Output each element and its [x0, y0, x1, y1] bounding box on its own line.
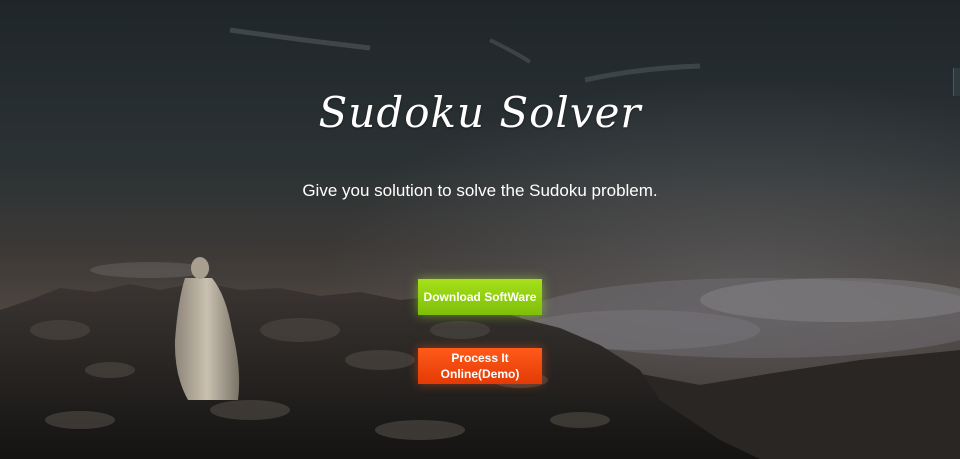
page-subtitle: Give you solution to solve the Sudoku pr… [302, 181, 658, 200]
download-button-label: Download SoftWare [423, 290, 537, 304]
process-button-label-line2: Online(Demo) [440, 367, 520, 381]
landing-page: Sudoku Solver Give you solution to solve… [0, 0, 960, 459]
process-button-label-line1: Process It [451, 351, 509, 365]
background-image [0, 0, 960, 459]
download-software-button[interactable]: Download SoftWare [418, 279, 542, 315]
page-title: Sudoku Solver [318, 88, 642, 137]
process-online-demo-button[interactable]: Process It Online(Demo) [418, 348, 542, 384]
